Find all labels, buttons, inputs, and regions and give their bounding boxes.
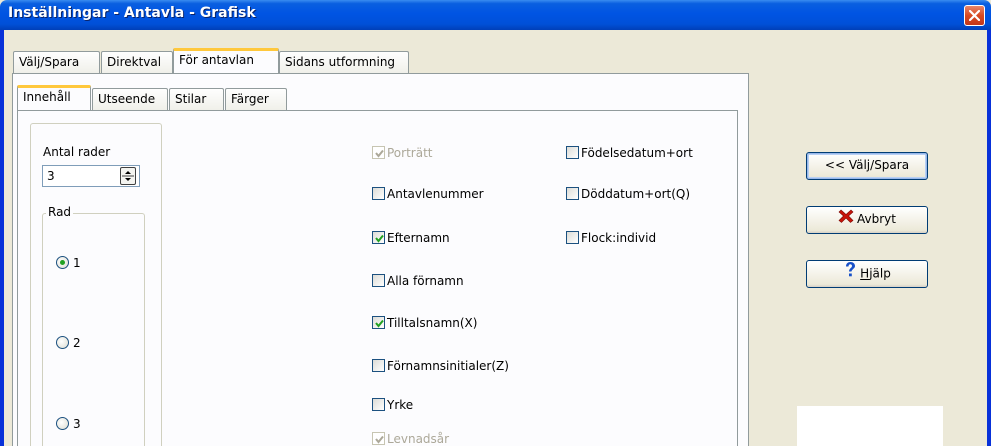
checkmark-icon <box>375 149 384 158</box>
checkbox-doddatum-ort[interactable] <box>566 187 579 200</box>
tab-stilar[interactable]: Stilar <box>169 88 224 110</box>
checkbox-fodelsedatum-ort-label: Födelsedatum+ort <box>581 146 693 160</box>
checkbox-tilltalsnamn[interactable] <box>372 316 385 329</box>
checkbox-efternamn[interactable] <box>372 231 385 244</box>
radio-selected-dot <box>60 260 65 265</box>
window-title: Inställningar - Antavla - Grafisk <box>8 5 256 21</box>
window-border-left <box>0 30 4 446</box>
window-border-right <box>987 30 991 446</box>
checkbox-efternamn-label: Efternamn <box>387 231 450 245</box>
tab-for-antavlan[interactable]: För antavlan <box>173 48 279 73</box>
checkbox-portratt[interactable] <box>372 146 385 159</box>
help-button[interactable]: Hjälp <box>806 260 928 288</box>
checkbox-yrke-label: Yrke <box>387 398 414 412</box>
checkbox-levnadsar[interactable] <box>372 432 385 445</box>
tab-innehall[interactable]: Innehåll <box>17 85 91 110</box>
checkbox-alla-fornamn[interactable] <box>372 274 385 287</box>
row-radio-2[interactable] <box>56 336 69 349</box>
checkbox-yrke[interactable] <box>372 398 385 411</box>
close-button[interactable] <box>964 5 985 26</box>
rows-count-spinner[interactable] <box>120 167 136 185</box>
tab-direktval[interactable]: Direktval <box>101 51 173 73</box>
save-button-label: << Välj/Spara <box>824 158 910 172</box>
checkmark-icon <box>375 435 384 444</box>
tab-farger[interactable]: Färger <box>225 88 287 110</box>
save-button[interactable]: << Välj/Spara <box>806 152 928 180</box>
red-x-icon <box>838 208 854 232</box>
checkbox-doddatum-ort-label: Döddatum+ort(Q) <box>581 187 691 201</box>
row-radio-1[interactable] <box>56 256 69 269</box>
rows-count-label: Antal rader <box>43 145 111 159</box>
checkmark-icon <box>375 319 384 328</box>
row-radio-1-label: 1 <box>73 256 81 270</box>
row-radio-3[interactable] <box>56 417 69 430</box>
checkbox-portratt-label: Porträtt <box>387 146 433 160</box>
title-bar: Inställningar - Antavla - Grafisk <box>0 0 991 30</box>
help-button-label: Hjälp <box>860 266 891 281</box>
checkmark-icon <box>375 234 384 243</box>
checkbox-alla-fornamn-label: Alla förnamn <box>387 274 464 288</box>
cancel-button-label: Avbryt <box>857 212 896 226</box>
checkbox-antavlenummer-label: Antavlenummer <box>387 187 484 201</box>
checkbox-antavlenummer[interactable] <box>372 187 385 200</box>
row-radio-group <box>42 213 145 446</box>
close-icon <box>969 10 980 21</box>
checkbox-levnadsar-label: Levnadsår <box>387 432 450 446</box>
question-mark-icon <box>843 261 857 287</box>
tab-sidans-utformning[interactable]: Sidans utformning <box>279 51 409 73</box>
spinner-arrows-icon <box>122 171 134 181</box>
cancel-button[interactable]: Avbryt <box>806 206 928 234</box>
row-radio-group-label: Rad <box>46 205 74 219</box>
tab-valj-spara[interactable]: Välj/Spara <box>13 51 100 73</box>
checkbox-flock-individ[interactable] <box>566 231 579 244</box>
checkbox-fornamnsinitialer-label: Förnamnsinitialer(Z) <box>387 359 509 373</box>
checkbox-tilltalsnamn-label: Tilltalsnamn(X) <box>387 316 478 330</box>
row-radio-3-label: 3 <box>73 417 81 431</box>
checkbox-flock-individ-label: Flock:individ <box>581 231 657 245</box>
checkbox-fornamnsinitialer[interactable] <box>372 359 385 372</box>
row-radio-2-label: 2 <box>73 336 81 350</box>
tab-utseende[interactable]: Utseende <box>92 88 168 110</box>
preview-area <box>797 406 943 446</box>
checkbox-fodelsedatum-ort[interactable] <box>566 146 579 159</box>
